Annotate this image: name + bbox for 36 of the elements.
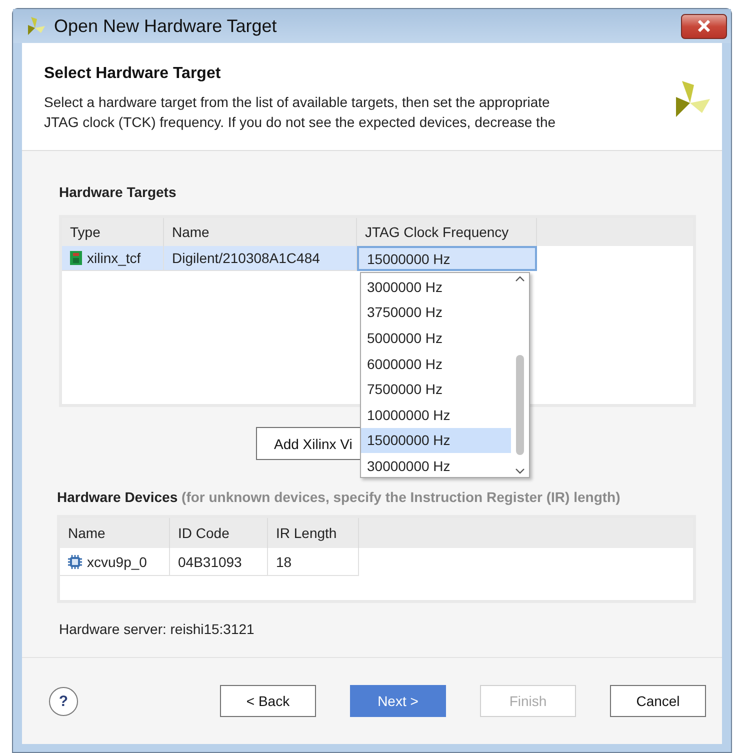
chip-icon <box>68 554 82 568</box>
table-cell: xcvu9p_0 <box>87 554 147 570</box>
table-cell: 15000000 Hz <box>367 250 450 266</box>
close-button[interactable] <box>681 14 727 38</box>
close-icon <box>697 20 711 32</box>
scrollbar-thumb[interactable] <box>516 355 524 455</box>
dropdown-option[interactable]: 15000000 Hz <box>361 428 511 454</box>
dialog-button[interactable]: Next > <box>350 685 446 717</box>
column-header[interactable]: Name <box>60 518 170 548</box>
dropdown-option[interactable]: 3750000 Hz <box>361 300 511 326</box>
server-status-text: Hardware server: reishi15:3121 <box>59 621 256 637</box>
scroll-up-icon[interactable] <box>515 276 525 282</box>
description-text: JTAG clock (TCK) frequency. If you do not see the expected devices, decrease the <box>44 113 557 132</box>
section-hint: (for unknown devices, specify the Instruction Register (IR) length) <box>182 489 620 505</box>
column-header[interactable]: ID Code <box>170 518 268 548</box>
circuit-board-icon <box>70 251 82 265</box>
section-label: Hardware Targets <box>59 184 178 200</box>
table-cell: 04B31093 <box>178 554 242 570</box>
dropdown-option[interactable]: 10000000 Hz <box>361 402 511 428</box>
table-cell: xilinx_tcf <box>87 250 141 266</box>
dropdown-option[interactable]: 6000000 Hz <box>361 350 511 376</box>
section-label: Hardware Devices <box>57 489 178 505</box>
description-text: Select a hardware target from the list of available targets, then set the appropriate <box>44 93 551 112</box>
table-cell: 18 <box>276 554 292 570</box>
dropdown-option[interactable]: 5000000 Hz <box>361 325 511 351</box>
dropdown-option[interactable]: 7500000 Hz <box>361 376 511 402</box>
page-title: Select Hardware Target <box>44 65 222 83</box>
dialog-button[interactable]: < Back <box>220 685 316 717</box>
help-button[interactable]: ? <box>49 686 78 716</box>
dropdown-option[interactable]: 3000000 Hz <box>361 274 511 300</box>
scroll-down-icon[interactable] <box>515 468 525 474</box>
column-header[interactable]: IR Length <box>268 518 359 548</box>
window-title: Open New Hardware Target <box>54 16 278 36</box>
logo-icon <box>26 16 46 36</box>
table-cell: Digilent/210308A1C484 <box>172 250 320 266</box>
dialog-button[interactable]: Cancel <box>610 685 706 717</box>
